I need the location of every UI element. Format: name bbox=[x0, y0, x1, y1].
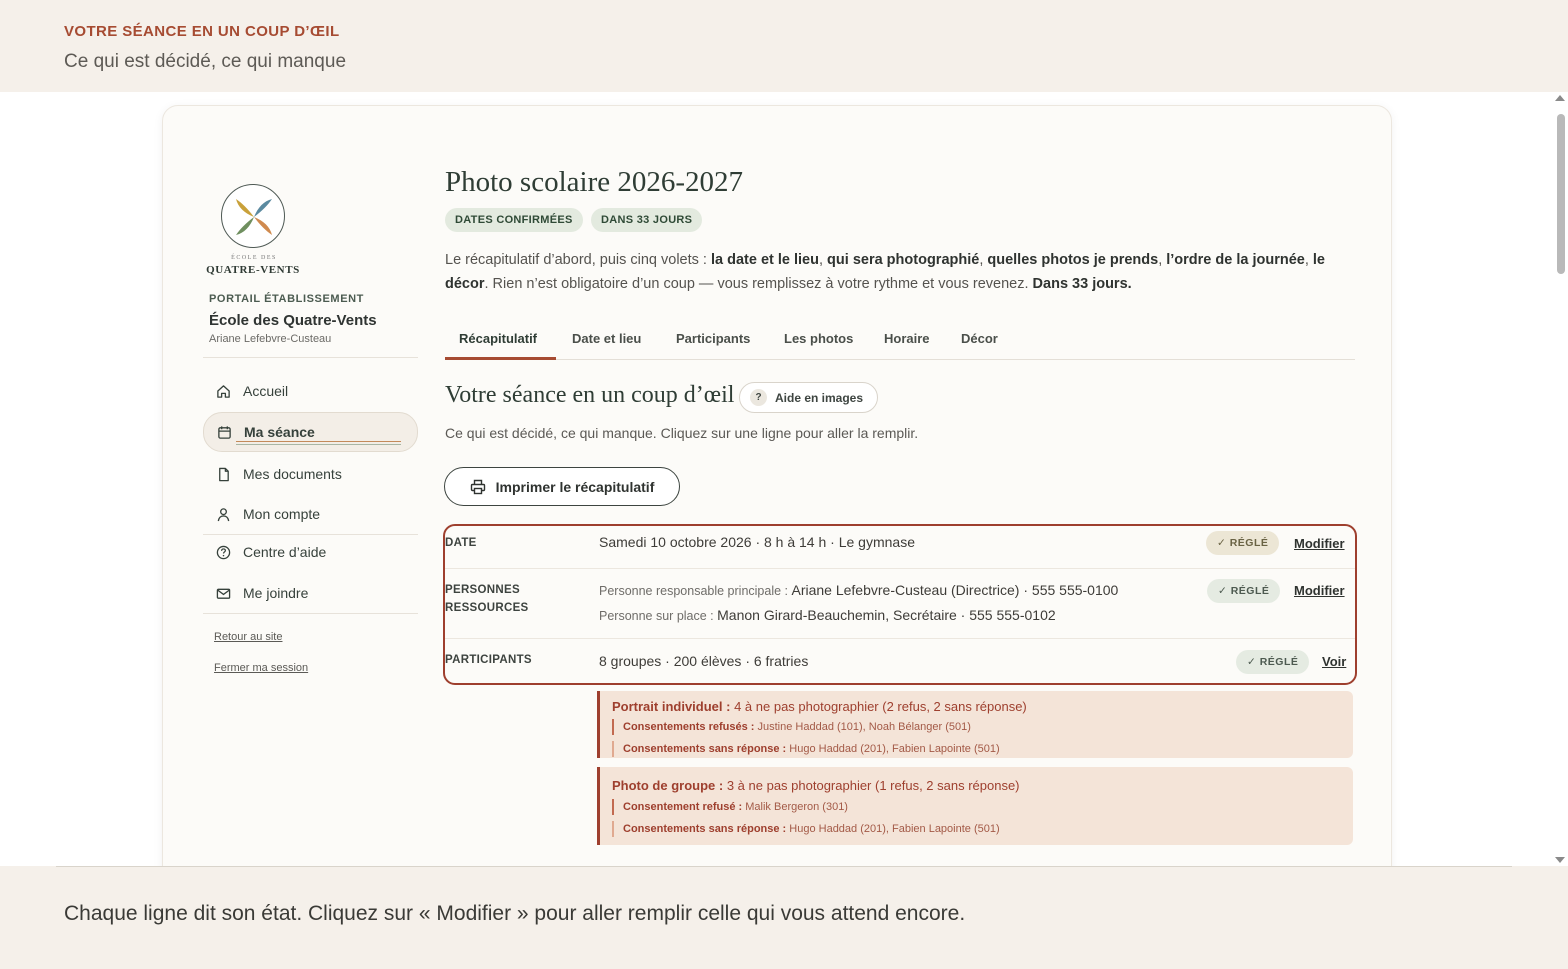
print-summary-label: Imprimer le récapitulatif bbox=[495, 478, 655, 495]
status-badge-date: ✓ RÉGLÉ bbox=[1206, 531, 1280, 555]
help-images-label: Aide en images bbox=[775, 390, 864, 405]
row-value-main-contact[interactable]: Personne responsable principale : Ariane… bbox=[599, 582, 1118, 598]
alert-heading: Photo de groupe : 3 à ne pas photographi… bbox=[612, 778, 1020, 793]
row-value-onsite-contact[interactable]: Personne sur place : Manon Girard-Beauch… bbox=[599, 607, 1056, 623]
summary-table: DATE Samedi 10 octobre 2026 · 8 h à 14 h… bbox=[443, 524, 1357, 685]
sidebar-item-label: Mes documents bbox=[243, 466, 342, 482]
scroll-up-icon[interactable] bbox=[1555, 95, 1565, 101]
printer-icon bbox=[470, 479, 486, 495]
sidebar-item-label: Mon compte bbox=[243, 506, 321, 522]
logo-name: QUATRE-VENTS bbox=[206, 264, 300, 276]
school-name: École des Quatre-Vents bbox=[209, 312, 377, 329]
logo-caption: ÉCOLE DES bbox=[231, 255, 277, 261]
alert-group-photo[interactable]: Photo de groupe : 3 à ne pas photographi… bbox=[597, 767, 1353, 845]
tab-decor[interactable]: Décor bbox=[961, 331, 998, 346]
modify-date-link[interactable]: Modifier bbox=[1294, 536, 1345, 551]
sidebar-divider bbox=[203, 613, 418, 614]
alert-heading: Portrait individuel : 4 à ne pas photogr… bbox=[612, 699, 1027, 714]
sidebar-item-compte[interactable]: Mon compte bbox=[203, 495, 418, 533]
sidebar-item-accueil[interactable]: Accueil bbox=[203, 372, 418, 410]
tab-les-photos[interactable]: Les photos bbox=[784, 331, 853, 346]
header-kicker: VOTRE SÉANCE EN UN COUP D’ŒIL bbox=[64, 23, 340, 40]
page-title: Photo scolaire 2026-2027 bbox=[445, 166, 744, 198]
page-viewport: ÉCOLE DES QUATRE-VENTS PORTAIL ÉTABLISSE… bbox=[0, 92, 1568, 866]
help-icon bbox=[215, 544, 231, 560]
active-tab-indicator bbox=[445, 357, 556, 360]
row-divider bbox=[445, 568, 1355, 569]
row-value-participants[interactable]: 8 groupes · 200 élèves · 6 fratries bbox=[599, 653, 808, 669]
caption-divider bbox=[56, 866, 1512, 867]
document-icon bbox=[215, 466, 231, 482]
print-summary-button[interactable]: Imprimer le récapitulatif bbox=[444, 467, 680, 506]
row-label-people: PERSONNES RESSOURCES bbox=[445, 584, 529, 614]
portal-card: ÉCOLE DES QUATRE-VENTS PORTAIL ÉTABLISSE… bbox=[162, 105, 1392, 866]
alert-line-no-answer: Consentements sans réponse : Hugo Haddad… bbox=[612, 821, 1341, 837]
row-divider bbox=[445, 638, 1355, 639]
section-tabs: Récapitulatif Date et lieu Participants … bbox=[445, 316, 1355, 360]
status-badge: DATES CONFIRMÉES bbox=[445, 208, 583, 232]
header-band: VOTRE SÉANCE EN UN COUP D’ŒIL Ce qui est… bbox=[0, 0, 1568, 92]
school-logo bbox=[221, 184, 285, 248]
user-icon bbox=[215, 506, 231, 522]
section-subtitle: Ce qui est décidé, ce qui manque. Clique… bbox=[445, 425, 919, 441]
countdown-badge: DANS 33 JOURS bbox=[591, 208, 703, 232]
row-label-date: DATE bbox=[445, 537, 477, 549]
intro-paragraph: Le récapitulatif d’abord, puis cinq vole… bbox=[445, 252, 1325, 292]
user-name: Ariane Lefebvre-Custeau bbox=[209, 333, 332, 345]
status-badge-participants: ✓ RÉGLÉ bbox=[1236, 650, 1310, 674]
active-underline-decoration bbox=[236, 441, 401, 445]
sidebar-item-label: Centre d’aide bbox=[243, 544, 327, 560]
alert-line-no-answer: Consentements sans réponse : Hugo Haddad… bbox=[612, 741, 1341, 757]
sidebar-item-label: Accueil bbox=[243, 383, 289, 399]
sidebar-item-documents[interactable]: Mes documents bbox=[203, 455, 418, 493]
sidebar-item-ma-seance[interactable]: Ma séance bbox=[203, 412, 418, 452]
mail-icon bbox=[215, 585, 231, 601]
question-icon: ? bbox=[750, 389, 767, 406]
tab-date-et-lieu[interactable]: Date et lieu bbox=[572, 331, 641, 346]
alert-line-refused: Consentement refusé : Malik Bergeron (30… bbox=[612, 799, 1341, 815]
back-to-site-link[interactable]: Retour au site bbox=[214, 631, 282, 643]
tab-horaire[interactable]: Horaire bbox=[884, 331, 930, 346]
logout-link[interactable]: Fermer ma session bbox=[214, 662, 308, 674]
sidebar-item-joindre[interactable]: Me joindre bbox=[203, 574, 418, 612]
sidebar-item-label: Me joindre bbox=[243, 585, 309, 601]
alert-line-refused: Consentements refusés : Justine Haddad (… bbox=[612, 719, 1341, 735]
row-label-participants: PARTICIPANTS bbox=[445, 654, 532, 666]
row-value-date[interactable]: Samedi 10 octobre 2026 · 8 h à 14 h · Le… bbox=[599, 534, 915, 550]
alert-individual-portrait[interactable]: Portrait individuel : 4 à ne pas photogr… bbox=[597, 691, 1353, 758]
section-title: Votre séance en un coup d’œil bbox=[445, 382, 735, 408]
sidebar-divider bbox=[203, 357, 418, 358]
sidebar-item-label: Ma séance bbox=[244, 424, 315, 440]
header-subtitle: Ce qui est décidé, ce qui manque bbox=[64, 51, 347, 72]
vertical-scrollbar[interactable] bbox=[1552, 92, 1568, 866]
modify-people-link[interactable]: Modifier bbox=[1294, 583, 1345, 598]
tab-recapitulatif[interactable]: Récapitulatif bbox=[459, 331, 537, 346]
scroll-down-icon[interactable] bbox=[1555, 857, 1565, 863]
status-badge-people: ✓ RÉGLÉ bbox=[1207, 579, 1281, 603]
pinwheel-logo-icon bbox=[236, 199, 272, 235]
tab-participants[interactable]: Participants bbox=[676, 331, 750, 346]
help-images-button[interactable]: ? Aide en images bbox=[739, 382, 879, 413]
sidebar-item-aide[interactable]: Centre d’aide bbox=[203, 533, 418, 571]
calendar-icon bbox=[216, 424, 232, 440]
caption-text: Chaque ligne dit son état. Cliquez sur «… bbox=[64, 902, 966, 925]
home-icon bbox=[215, 383, 231, 399]
portal-label: PORTAIL ÉTABLISSEMENT bbox=[209, 293, 364, 305]
view-participants-link[interactable]: Voir bbox=[1322, 654, 1346, 669]
scroll-thumb[interactable] bbox=[1557, 114, 1565, 274]
